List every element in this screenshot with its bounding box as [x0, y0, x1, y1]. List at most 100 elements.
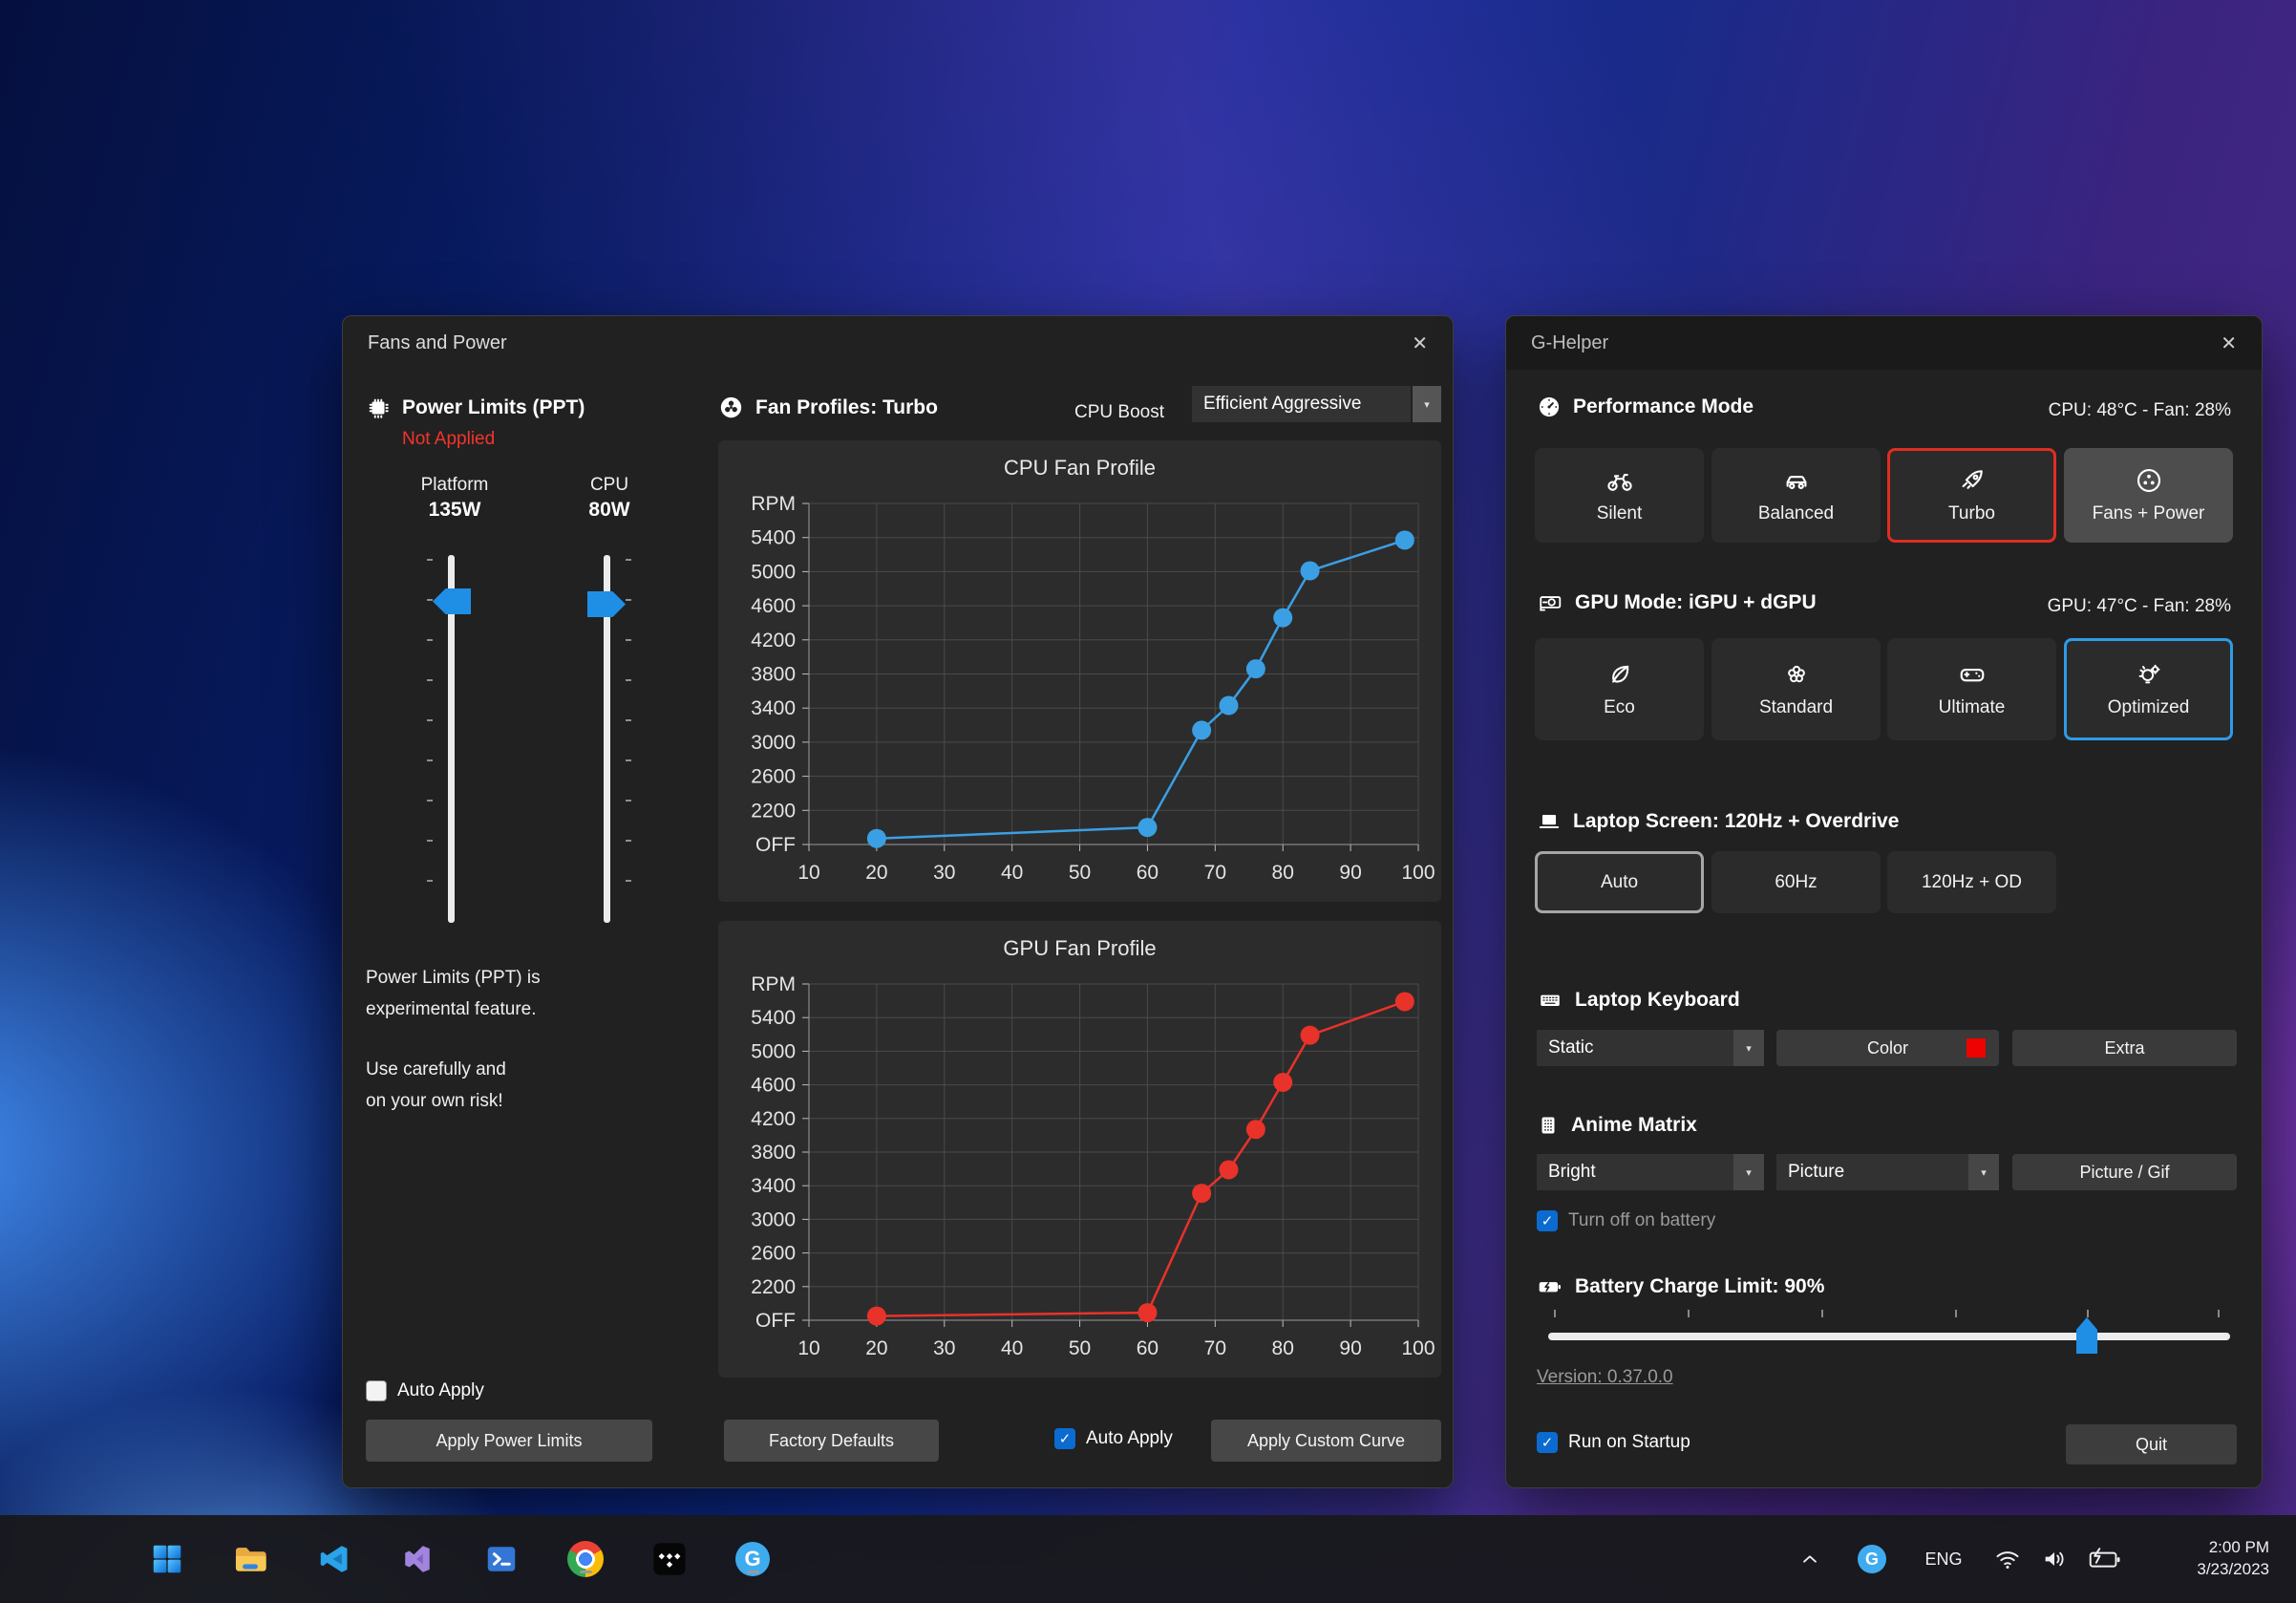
battery-icon	[1537, 1274, 1563, 1299]
close-icon[interactable]: ✕	[2221, 331, 2237, 355]
mode-fans-power-button[interactable]: Fans + Power	[2064, 448, 2233, 543]
volume-tray-button[interactable]	[2037, 1540, 2072, 1578]
gpu-ultimate-button[interactable]: Ultimate	[1887, 638, 2056, 740]
gpu-mode-header: GPU Mode: iGPU + dGPU	[1537, 590, 1817, 615]
g-helper-titlebar: G-Helper ✕	[1506, 316, 2262, 370]
svg-text:2600: 2600	[751, 766, 796, 788]
cpu-power-slider-handle[interactable]	[587, 591, 626, 617]
battery-tray-button[interactable]	[2085, 1540, 2125, 1578]
gpu-optimized-button[interactable]: Optimized	[2064, 638, 2233, 740]
svg-text:70: 70	[1204, 1337, 1226, 1359]
version-link[interactable]: Version: 0.37.0.0	[1537, 1367, 1673, 1388]
start-button[interactable]	[148, 1540, 186, 1578]
curve-auto-apply-checkbox[interactable]: ✓	[1054, 1428, 1075, 1449]
tidal-button[interactable]	[650, 1540, 689, 1578]
factory-defaults-button[interactable]: Factory Defaults	[724, 1420, 939, 1462]
color-swatch	[1966, 1038, 1986, 1058]
run-on-startup-checkbox[interactable]: ✓	[1537, 1432, 1558, 1453]
quit-button[interactable]: Quit	[2066, 1424, 2237, 1464]
svg-text:10: 10	[797, 862, 819, 884]
g-helper-taskbar-button[interactable]: G	[733, 1540, 772, 1578]
gpu-standard-button[interactable]: Standard	[1711, 638, 1881, 740]
gamepad-icon	[1958, 660, 1987, 689]
terminal-button[interactable]	[482, 1540, 521, 1578]
svg-text:3800: 3800	[751, 664, 796, 686]
screen-auto-button[interactable]: Auto	[1535, 851, 1704, 913]
close-icon[interactable]: ✕	[1412, 331, 1428, 355]
power-auto-apply-checkbox[interactable]	[366, 1380, 387, 1401]
battery-slider-track[interactable]	[1548, 1333, 2230, 1340]
matrix-battery-row: ✓ Turn off on battery	[1537, 1210, 1715, 1231]
keyboard-extra-button[interactable]: Extra	[2012, 1030, 2237, 1066]
mode-turbo-button[interactable]: Turbo	[1887, 448, 2056, 543]
svg-text:90: 90	[1339, 1337, 1361, 1359]
clock[interactable]: 2:00 PM 3/23/2023	[2197, 1536, 2269, 1580]
network-tray-button[interactable]	[1991, 1540, 2024, 1578]
svg-text:OFF: OFF	[755, 1310, 796, 1332]
screen-120hz-od-button[interactable]: 120Hz + OD	[1887, 851, 2056, 913]
svg-text:2200: 2200	[751, 1276, 796, 1298]
g-helper-title: G-Helper	[1531, 332, 1608, 354]
turn-off-on-battery-checkbox[interactable]: ✓	[1537, 1210, 1558, 1231]
wifi-icon	[1993, 1546, 2022, 1572]
chevron-up-icon	[1797, 1547, 1822, 1571]
file-explorer-button[interactable]	[231, 1540, 269, 1578]
svg-text:50: 50	[1069, 1337, 1091, 1359]
chevron-down-icon[interactable]: ▾	[1968, 1154, 1999, 1190]
svg-text:20: 20	[865, 862, 887, 884]
svg-text:60: 60	[1137, 1337, 1159, 1359]
car-icon	[1781, 466, 1812, 495]
apply-custom-curve-button[interactable]: Apply Custom Curve	[1211, 1420, 1441, 1462]
svg-text:50: 50	[1069, 862, 1091, 884]
bicycle-icon	[1605, 466, 1635, 495]
matrix-picture-gif-button[interactable]: Picture / Gif	[2012, 1154, 2237, 1190]
chevron-down-icon[interactable]: ▾	[1733, 1030, 1764, 1066]
cpu-boost-dropdown[interactable]: Efficient Aggressive ▾	[1192, 386, 1441, 422]
chevron-down-icon[interactable]: ▾	[1733, 1154, 1764, 1190]
platform-slider-ticks	[427, 559, 433, 920]
screen-60hz-button[interactable]: 60Hz	[1711, 851, 1881, 913]
svg-text:3000: 3000	[751, 1208, 796, 1230]
svg-text:40: 40	[1001, 862, 1023, 884]
apply-power-limits-button[interactable]: Apply Power Limits	[366, 1420, 652, 1462]
svg-text:CPU Fan Profile: CPU Fan Profile	[1004, 456, 1156, 480]
svg-text:3400: 3400	[751, 697, 796, 719]
vscode-button[interactable]	[315, 1540, 353, 1578]
tray-chevron-button[interactable]	[1796, 1540, 1824, 1578]
language-indicator[interactable]: ENG	[1918, 1540, 1969, 1578]
matrix-brightness-dropdown[interactable]: Bright ▾	[1537, 1154, 1764, 1190]
taskbar: G G ENG 2:00 PM	[0, 1515, 2296, 1603]
cpu-slider-label: CPU	[540, 475, 679, 496]
tidal-icon	[651, 1541, 688, 1577]
chevron-down-icon[interactable]: ▾	[1411, 386, 1441, 422]
performance-mode-header: Performance Mode	[1537, 395, 1754, 419]
battery-slider-handle[interactable]	[2076, 1317, 2097, 1354]
svg-text:90: 90	[1339, 862, 1361, 884]
visual-studio-button[interactable]	[398, 1540, 436, 1578]
gpu-fan-chart[interactable]: GPU Fan ProfileRPM5400500046004200380034…	[718, 921, 1441, 1378]
svg-text:GPU Fan Profile: GPU Fan Profile	[1003, 936, 1156, 960]
svg-text:60: 60	[1137, 862, 1159, 884]
speaker-icon	[2040, 1546, 2069, 1572]
matrix-running-dropdown[interactable]: Picture ▾	[1776, 1154, 1999, 1190]
cpu-fan-chart[interactable]: CPU Fan ProfileRPM5400500046004200380034…	[718, 440, 1441, 902]
svg-text:80: 80	[1272, 1337, 1294, 1359]
mode-silent-button[interactable]: Silent	[1535, 448, 1704, 543]
svg-text:5000: 5000	[751, 1040, 796, 1062]
keyboard-color-button[interactable]: Color	[1776, 1030, 1999, 1066]
svg-text:2600: 2600	[751, 1243, 796, 1265]
platform-slider-handle[interactable]	[433, 588, 471, 614]
keyboard-mode-dropdown[interactable]: Static ▾	[1537, 1030, 1764, 1066]
chrome-button[interactable]	[566, 1540, 605, 1578]
svg-text:20: 20	[865, 1337, 887, 1359]
running-indicator	[580, 1571, 592, 1573]
svg-text:RPM: RPM	[751, 493, 796, 515]
svg-text:OFF: OFF	[755, 834, 796, 856]
gpu-eco-button[interactable]: Eco	[1535, 638, 1704, 740]
svg-text:4600: 4600	[751, 595, 796, 617]
battery-limit-header: Battery Charge Limit: 90%	[1537, 1274, 1824, 1299]
g-helper-tray-button[interactable]: G	[1856, 1540, 1888, 1578]
mode-balanced-button[interactable]: Balanced	[1711, 448, 1881, 543]
svg-text:4200: 4200	[751, 1108, 796, 1130]
fans-and-power-window: Fans and Power ✕ Power Limits (PPT) Not …	[342, 315, 1454, 1488]
